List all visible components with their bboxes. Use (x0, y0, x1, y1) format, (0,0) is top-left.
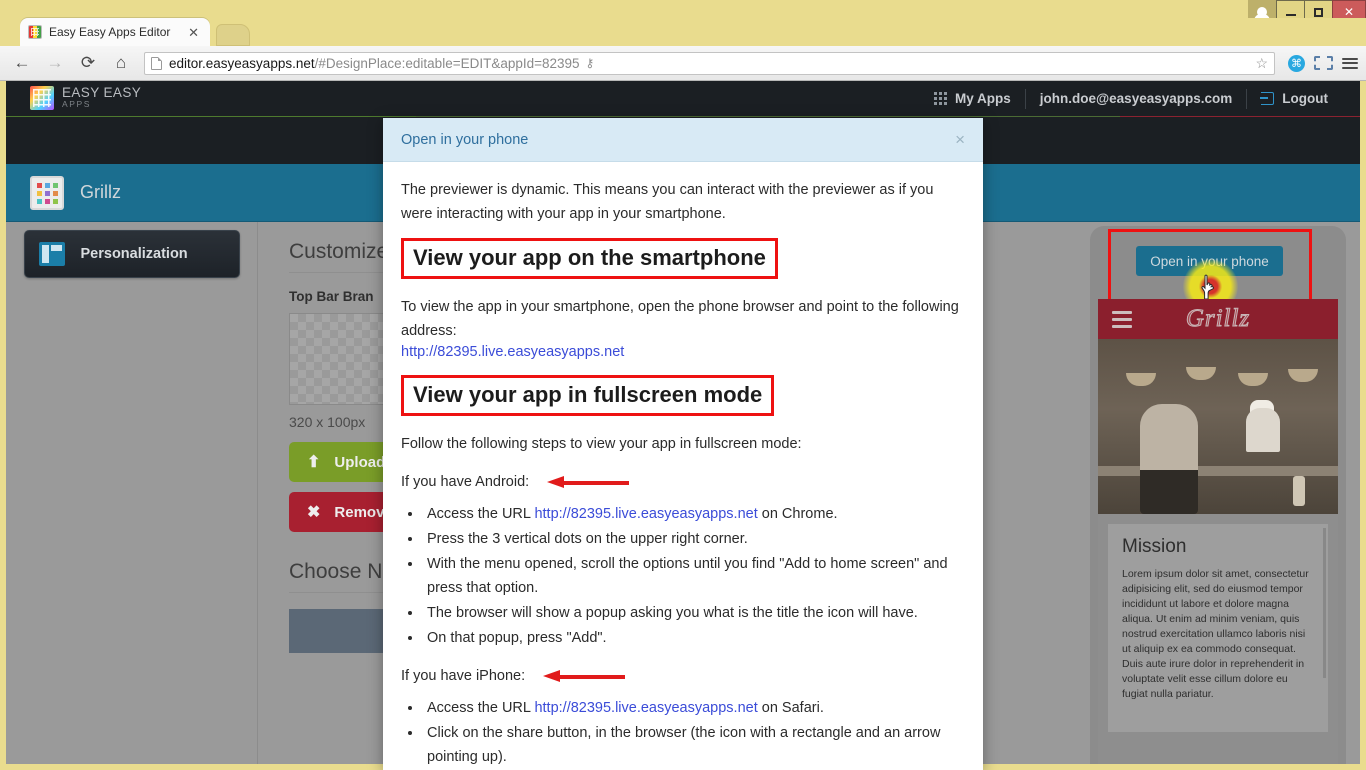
tab-title: Easy Easy Apps Editor (49, 25, 171, 39)
android-label: If you have Android: (401, 474, 530, 491)
new-tab-button[interactable] (216, 24, 250, 46)
open-in-phone-dialog: Open in your phone × The previewer is dy… (383, 118, 983, 770)
browser-tabstrip: Easy Easy Apps Editor ✕ (0, 18, 1366, 46)
preview-url-link[interactable]: http://82395.live.easyeasyapps.net (401, 344, 624, 360)
my-apps-link[interactable]: My Apps (920, 89, 1025, 109)
dialog-title: Open in your phone (401, 131, 529, 148)
screen: ✕ Easy Easy Apps Editor ✕ ← → ⟳ ⌂ editor… (0, 0, 1366, 770)
phone-content-card: Mission Lorem ipsum dolor sit amet, cons… (1108, 524, 1328, 732)
home-icon[interactable]: ⌂ (107, 50, 135, 76)
site-header-actions: My Apps john.doe@easyeasyapps.com Logout (920, 81, 1342, 116)
cursor-pointer-icon (1201, 274, 1214, 300)
logout-label: Logout (1282, 91, 1328, 106)
list-item: Click on the share button, in the browse… (423, 721, 965, 769)
toolbar-actions: ⌘ (1284, 54, 1358, 72)
editor-sidebar: Personalization (6, 222, 258, 764)
phone-preview: Open in your phone Grillz (1090, 226, 1346, 764)
list-item: Access the URL http://82395.live.easyeas… (423, 502, 965, 526)
android-row: If you have Android: (401, 470, 965, 494)
cross-icon: ✖ (307, 504, 321, 521)
phone-frame: Open in your phone Grillz (1090, 226, 1346, 764)
logo-tile-icon (30, 86, 54, 110)
phone-logo: Grillz (1185, 305, 1251, 333)
bookmark-star-icon[interactable]: ☆ (1249, 55, 1268, 72)
dialog-body: The previewer is dynamic. This means you… (383, 162, 983, 769)
close-icon[interactable]: × (955, 131, 965, 148)
layout-icon (38, 242, 65, 266)
phone-screen: Grillz Mission Lorem ipsum dolor sit ame… (1098, 299, 1338, 764)
sidebar-item-personalization[interactable]: Personalization (23, 230, 240, 278)
iphone-label: If you have iPhone: (401, 668, 526, 685)
forward-icon[interactable]: → (41, 50, 69, 76)
arrow-left-icon (547, 476, 630, 489)
browser-menu-icon[interactable] (1342, 57, 1358, 69)
extension-icon[interactable]: ⌘ (1288, 54, 1305, 72)
list-item: Press the 3 vertical dots on the upper r… (423, 527, 965, 551)
grid-icon (934, 92, 947, 105)
list-item: With the menu opened, scroll the options… (423, 552, 965, 600)
section-heading-smartphone: View your app on the smartphone (401, 238, 778, 280)
app-icon (30, 175, 64, 210)
preview-pane: Open in your phone Grillz (1090, 222, 1360, 764)
iphone-steps-list: Access the URL http://82395.live.easyeas… (423, 696, 965, 769)
list-item: The browser will show a popup asking you… (423, 601, 965, 625)
list-item: On that popup, press "Add". (423, 626, 965, 650)
address-domain: editor.easyeasyapps.net (169, 55, 315, 71)
phone-topbar: Grillz (1098, 299, 1338, 339)
iphone-url-link[interactable]: http://82395.live.easyeasyapps.net (534, 700, 757, 716)
upload-button-label: Upload (334, 453, 386, 471)
phone-card-title: Mission (1122, 536, 1187, 557)
reload-icon[interactable]: ⟳ (74, 50, 102, 76)
logout-icon (1260, 92, 1275, 105)
browser-toolbar: ← → ⟳ ⌂ editor.easyeasyapps.net/#DesignP… (0, 46, 1366, 81)
back-icon[interactable]: ← (8, 50, 36, 76)
section2-text: Follow the following steps to view your … (401, 436, 802, 453)
page-info-icon (151, 56, 162, 70)
brand-name-line2: APPS (62, 99, 92, 109)
site-header: EASY EASY APPS My Apps john.doe@easyeasy… (6, 81, 1360, 116)
upload-arrow-icon: ⬆ (307, 454, 321, 471)
android-url-link[interactable]: http://82395.live.easyeasyapps.net (534, 506, 757, 522)
phone-hero-image (1098, 339, 1338, 514)
iphone-row: If you have iPhone: (401, 664, 965, 688)
site-logo[interactable]: EASY EASY APPS (30, 86, 141, 110)
my-apps-label: My Apps (955, 91, 1011, 106)
phone-card-body: Lorem ipsum dolor sit amet, consectetur … (1122, 568, 1309, 700)
sidebar-item-label: Personalization (80, 246, 188, 262)
tab-close-icon[interactable]: ✕ (185, 26, 202, 39)
key-icon[interactable]: ⚷ (580, 56, 595, 70)
list-item: Access the URL http://82395.live.easyeas… (423, 696, 965, 720)
dialog-header: Open in your phone × (383, 118, 983, 162)
window-titlebar: ✕ (0, 0, 1366, 24)
brand-name-line1: EASY EASY (62, 85, 142, 100)
cast-icon[interactable] (1314, 56, 1333, 70)
address-bar-value: editor.easyeasyapps.net/#DesignPlace:edi… (169, 56, 580, 71)
account-email[interactable]: john.doe@easyeasyapps.com (1026, 89, 1247, 109)
android-steps-list: Access the URL http://82395.live.easyeas… (423, 502, 965, 650)
tab-favicon-icon (28, 25, 42, 39)
section1-text: To view the app in your smartphone, open… (401, 299, 959, 340)
phone-card-scrollbar[interactable] (1323, 528, 1326, 678)
browser-tab[interactable]: Easy Easy Apps Editor ✕ (20, 18, 210, 46)
address-path: /#DesignPlace:editable=EDIT&appId=82395 (314, 55, 580, 71)
app-name: Grillz (80, 182, 121, 202)
address-bar[interactable]: editor.easyeasyapps.net/#DesignPlace:edi… (144, 51, 1275, 75)
section-heading-fullscreen: View your app in fullscreen mode (401, 375, 775, 417)
arrow-left-icon (543, 670, 626, 683)
dialog-intro-text: The previewer is dynamic. This means you… (401, 182, 934, 222)
logout-link[interactable]: Logout (1247, 89, 1342, 109)
